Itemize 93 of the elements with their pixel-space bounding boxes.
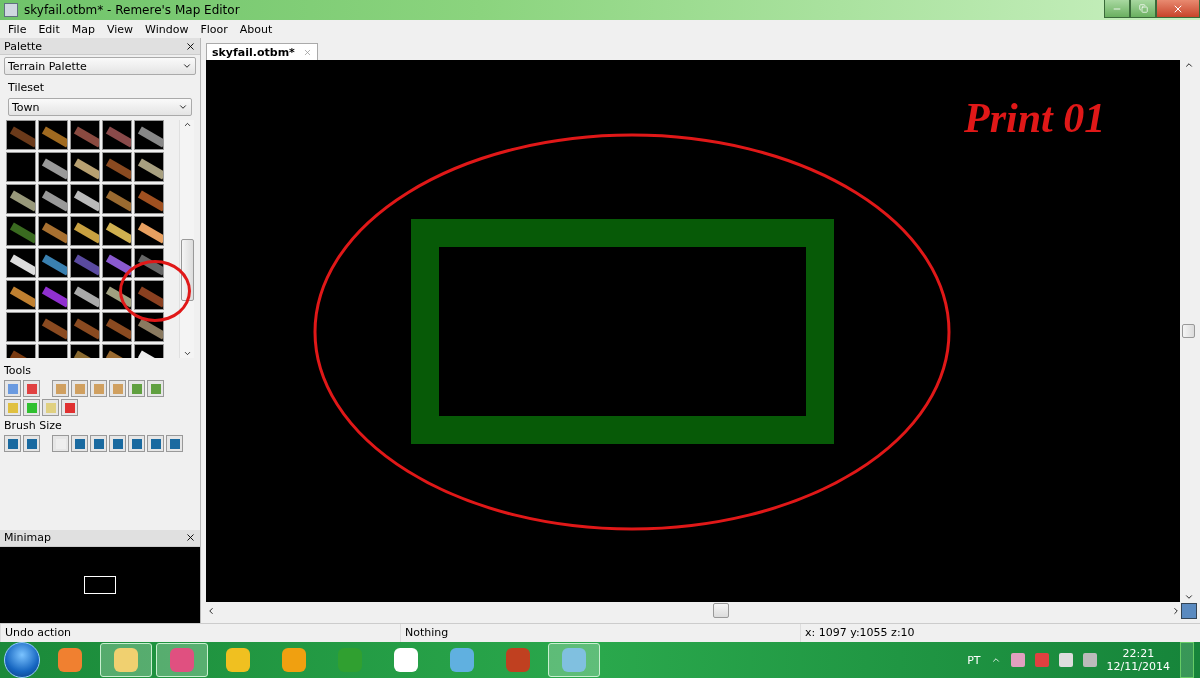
- tileset-dropdown[interactable]: Town: [8, 98, 192, 116]
- menu-item[interactable]: View: [100, 22, 140, 36]
- menu-item[interactable]: Edit: [32, 22, 66, 36]
- tool-button[interactable]: [61, 399, 78, 416]
- brush-size-button[interactable]: [109, 435, 126, 452]
- tile-icon[interactable]: [38, 248, 68, 278]
- tile-icon[interactable]: [102, 216, 132, 246]
- language-indicator[interactable]: PT: [967, 653, 981, 667]
- document-tab[interactable]: skyfail.otbm*: [206, 43, 318, 60]
- tile-icon[interactable]: [38, 184, 68, 214]
- app-icon: [4, 3, 18, 17]
- clock[interactable]: 22:21 12/11/2014: [1106, 647, 1170, 673]
- menu-item[interactable]: Map: [65, 22, 101, 36]
- tool-button[interactable]: [23, 380, 40, 397]
- highlight-circle: [119, 260, 191, 322]
- tile-icon[interactable]: [6, 312, 36, 342]
- tile-icon[interactable]: [6, 152, 36, 182]
- scroll-left-icon[interactable]: [206, 605, 216, 616]
- tile-icon[interactable]: [134, 184, 164, 214]
- brush-size-button[interactable]: [128, 435, 145, 452]
- group-label: Tileset: [7, 80, 46, 96]
- tile-icon[interactable]: [134, 120, 164, 150]
- close-icon[interactable]: [185, 532, 196, 543]
- time-text: 22:21: [1122, 647, 1155, 660]
- tile-icon[interactable]: [38, 216, 68, 246]
- viewport-rectangle: [84, 575, 116, 594]
- tile-icon[interactable]: [38, 312, 68, 342]
- tile-icon[interactable]: [70, 216, 100, 246]
- annotation-text: Print 01: [964, 94, 1106, 142]
- tile-icon[interactable]: [38, 280, 68, 310]
- tile-icon[interactable]: [70, 248, 100, 278]
- taskbar-app[interactable]: [156, 643, 208, 677]
- tile-icon[interactable]: [6, 120, 36, 150]
- corner-icon: [1181, 602, 1197, 619]
- minimize-button[interactable]: [1104, 0, 1130, 18]
- brush-size-button[interactable]: [4, 435, 21, 452]
- close-button[interactable]: [1156, 0, 1200, 18]
- panel-title: Minimap: [4, 531, 51, 544]
- caret-icon: [182, 61, 192, 71]
- panel-title: Palette: [4, 39, 43, 53]
- tile-icon[interactable]: [102, 152, 132, 182]
- group-label: Tools: [3, 363, 33, 379]
- tile-icon[interactable]: [6, 216, 36, 246]
- close-icon[interactable]: [185, 40, 196, 52]
- window-title: skyfail.otbm* - Remere's Map Editor: [24, 3, 241, 17]
- tile-icon[interactable]: [70, 120, 100, 150]
- restore-icon: [1138, 4, 1148, 13]
- menu-item[interactable]: About: [233, 22, 279, 36]
- group-label: Brush Size: [3, 418, 63, 434]
- scroll-up-icon[interactable]: [1183, 60, 1194, 70]
- scrollbar-thumb[interactable]: [713, 603, 729, 618]
- scroll-right-icon[interactable]: [1171, 605, 1181, 616]
- brush-size-button[interactable]: [147, 435, 164, 452]
- maximize-button[interactable]: [1130, 0, 1156, 18]
- tile-icon[interactable]: [102, 280, 132, 310]
- menu-item[interactable]: File: [2, 22, 33, 36]
- scrollbar-thumb[interactable]: [1182, 324, 1195, 338]
- tile-icon[interactable]: [134, 312, 164, 342]
- scroll-up-icon[interactable]: [182, 120, 192, 129]
- start-button[interactable]: [4, 642, 40, 678]
- tile-icon[interactable]: [102, 184, 132, 214]
- tile-icon[interactable]: [134, 280, 164, 310]
- scrollbar-thumb[interactable]: [180, 239, 194, 301]
- tile-icon[interactable]: [70, 280, 100, 310]
- tile-icon[interactable]: [102, 312, 132, 342]
- tile-icon[interactable]: [102, 248, 132, 278]
- date-text: 12/11/2014: [1106, 660, 1170, 673]
- tile-icon[interactable]: [134, 248, 164, 278]
- tile-icon[interactable]: [134, 152, 164, 182]
- menu-item[interactable]: Window: [139, 22, 195, 36]
- speaker-icon[interactable]: [1058, 653, 1073, 667]
- palette-dropdown[interactable]: Terrain Palette: [4, 57, 196, 75]
- tile-icon[interactable]: [102, 120, 132, 150]
- tile-icon[interactable]: [6, 280, 36, 310]
- tile-icon[interactable]: [6, 248, 36, 278]
- brush-size-button[interactable]: [71, 435, 88, 452]
- tile-icon[interactable]: [38, 120, 68, 150]
- tray-expand-icon[interactable]: [990, 655, 1001, 665]
- brush-size-button[interactable]: [90, 435, 107, 452]
- brush-size-button[interactable]: [166, 435, 183, 452]
- caret-icon: [178, 102, 188, 112]
- scroll-down-icon[interactable]: [1183, 592, 1194, 602]
- tile-icon[interactable]: [70, 184, 100, 214]
- tool-button[interactable]: [147, 380, 164, 397]
- tile-icon[interactable]: [6, 184, 36, 214]
- menu-item[interactable]: Floor: [194, 22, 234, 36]
- tile-icon[interactable]: [134, 216, 164, 246]
- tile-icon[interactable]: [70, 152, 100, 182]
- tile-icon[interactable]: [70, 312, 100, 342]
- tile-icon[interactable]: [38, 152, 68, 182]
- brush-size-button[interactable]: [23, 435, 40, 452]
- scroll-down-icon[interactable]: [182, 349, 192, 358]
- tool-button[interactable]: [128, 380, 145, 397]
